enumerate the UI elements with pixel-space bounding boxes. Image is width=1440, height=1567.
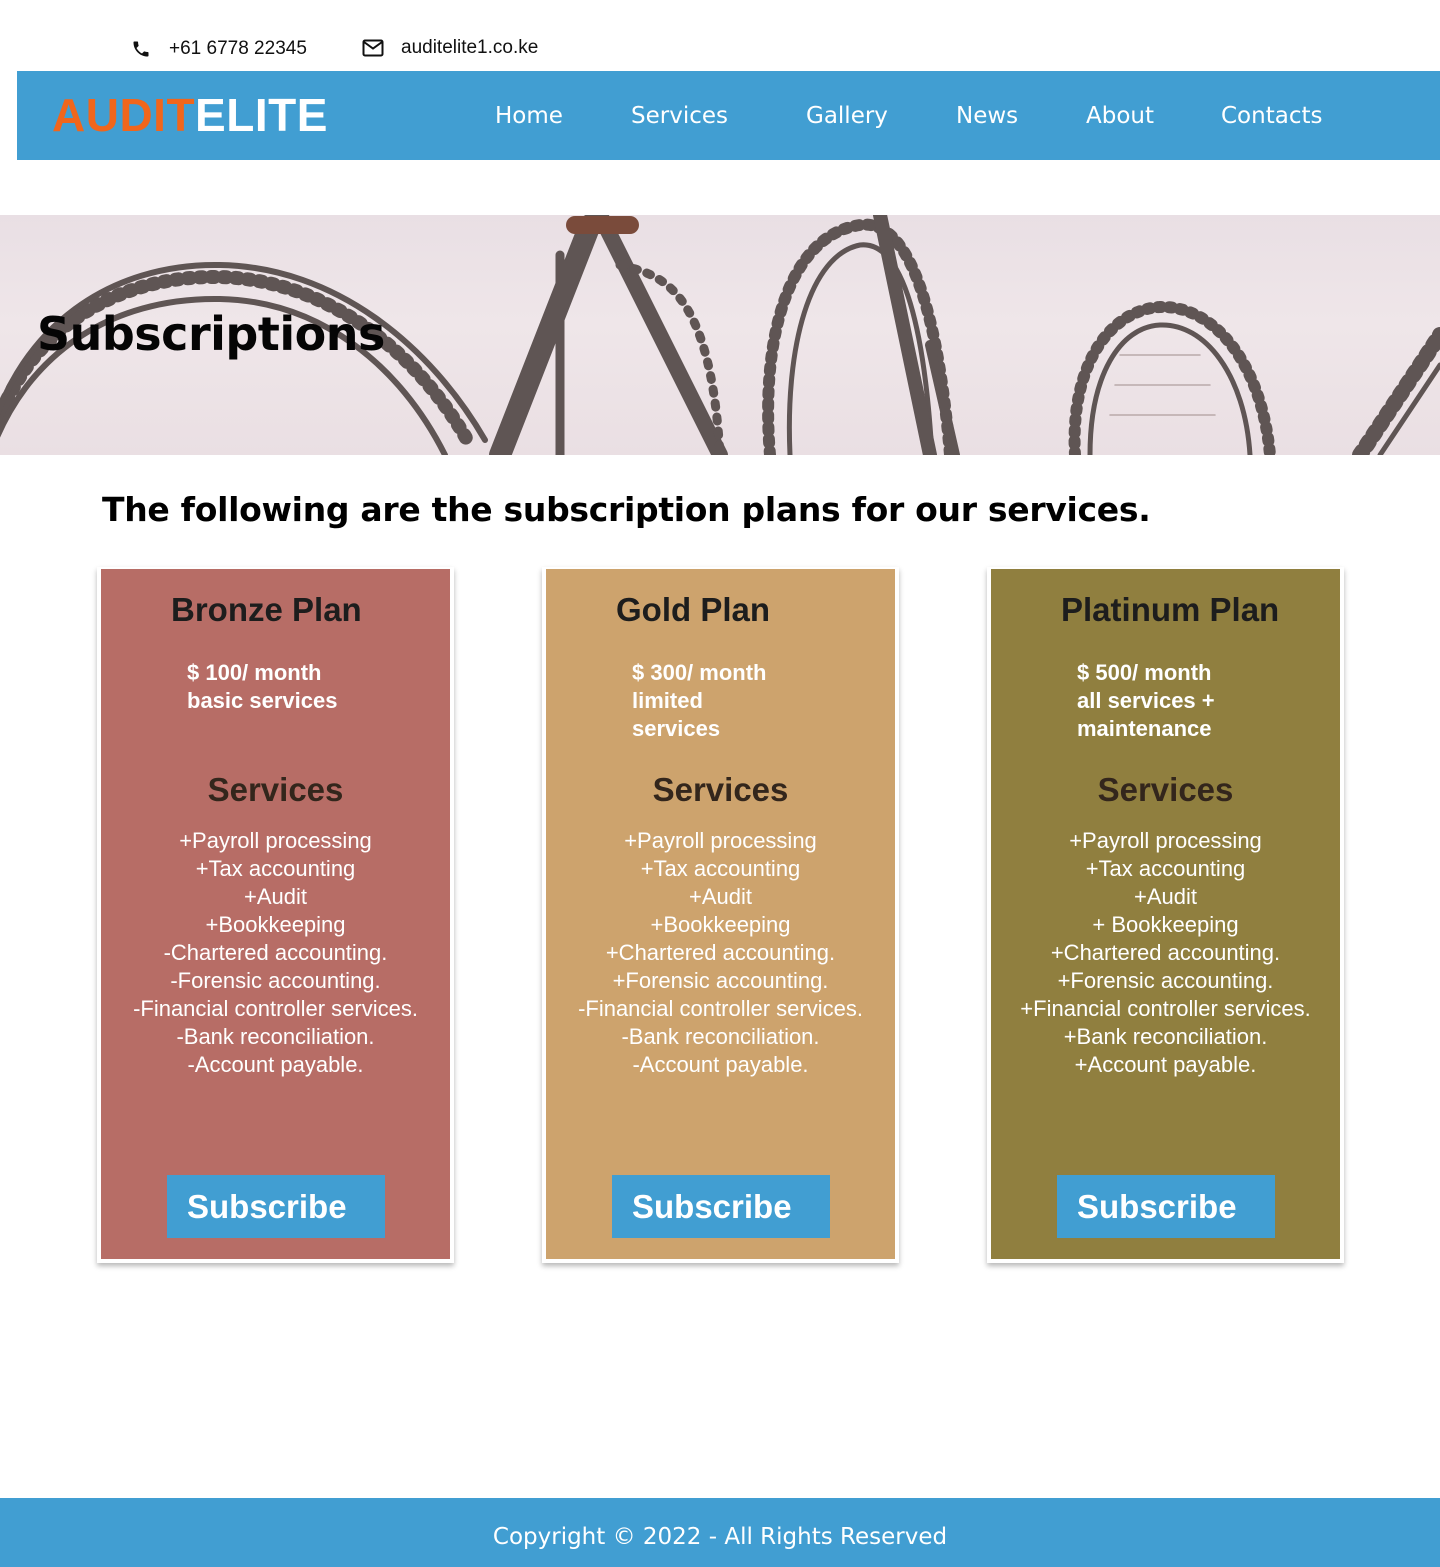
subscribe-button-bronze[interactable]: Subscribe [167, 1175, 385, 1238]
service-item: +Forensic accounting. [1057, 968, 1274, 993]
service-item: +Audit [244, 884, 307, 909]
service-item: +Bank reconciliation. [1063, 1024, 1268, 1049]
nav-news[interactable]: News [956, 101, 1018, 131]
service-item: +Payroll processing [179, 828, 372, 853]
service-item: +Financial controller services. [1020, 996, 1311, 1021]
plan-card-body: Platinum Plan $ 500/ month all services … [991, 569, 1340, 1259]
services-heading: Services [652, 771, 789, 808]
service-item: -Bank reconciliation. [176, 1024, 375, 1049]
price-line: $ 100/ month [187, 660, 322, 685]
price-line: $ 300/ month [632, 660, 767, 685]
nav-services[interactable]: Services [631, 101, 728, 131]
service-item: +Account payable. [1074, 1052, 1257, 1077]
navbar: AUDITELITE Home Services Gallery News Ab… [17, 71, 1440, 160]
plan-card-body: Bronze Plan $ 100/ month basic services … [101, 569, 450, 1259]
service-item: -Financial controller services. [578, 996, 863, 1021]
email-address: auditelite1.co.ke [401, 37, 539, 58]
service-item: +Audit [1134, 884, 1197, 909]
services-list: +Payroll processing +Tax accounting +Aud… [91, 827, 460, 1079]
service-item: +Bookkeeping [205, 912, 346, 937]
plan-card-gold: Gold Plan $ 300/ month limited services … [542, 567, 899, 1263]
service-item: +Audit [689, 884, 752, 909]
service-item: +Tax accounting [195, 856, 356, 881]
plan-price: $ 100/ month basic services [187, 659, 337, 715]
subscribe-button-platinum[interactable]: Subscribe [1057, 1175, 1275, 1238]
service-item: -Bank reconciliation. [621, 1024, 820, 1049]
price-line: services [632, 716, 721, 741]
logo-elite: ELITE [195, 89, 328, 141]
hero-title: Subscriptions [37, 307, 385, 361]
nav-contacts[interactable]: Contacts [1221, 101, 1322, 131]
services-list: +Payroll processing +Tax accounting +Aud… [536, 827, 905, 1079]
price-line: basic services [187, 688, 338, 713]
service-item: +Chartered accounting. [1050, 940, 1281, 965]
footer: Copyright © 2022 - All Rights Reserved [0, 1498, 1440, 1567]
logo[interactable]: AUDITELITE [52, 90, 328, 140]
plan-card-body: Gold Plan $ 300/ month limited services … [546, 569, 895, 1259]
service-item: +Payroll processing [1069, 828, 1262, 853]
price-line: limited [632, 688, 703, 713]
plan-price: $ 500/ month all services + maintenance [1077, 659, 1215, 743]
phone-icon [130, 38, 152, 60]
plan-title: Bronze Plan [171, 591, 362, 628]
price-line: maintenance [1077, 716, 1212, 741]
subscribe-button-gold[interactable]: Subscribe [612, 1175, 830, 1238]
service-item: +Forensic accounting. [612, 968, 829, 993]
price-line: $ 500/ month [1077, 660, 1212, 685]
service-item: + Bookkeeping [1092, 912, 1239, 937]
nav-home[interactable]: Home [495, 101, 563, 131]
plan-title: Platinum Plan [1061, 591, 1280, 628]
plan-title: Gold Plan [616, 591, 771, 628]
hero-banner: Subscriptions [0, 215, 1440, 455]
phone-number: +61 6778 22345 [169, 38, 307, 59]
service-item: -Account payable. [632, 1052, 809, 1077]
nav-about[interactable]: About [1086, 101, 1154, 131]
logo-audit: AUDIT [52, 89, 196, 141]
service-item: -Chartered accounting. [163, 940, 388, 965]
service-item: +Tax accounting [1085, 856, 1246, 881]
services-heading: Services [207, 771, 344, 808]
service-item: +Tax accounting [640, 856, 801, 881]
service-item: +Payroll processing [624, 828, 817, 853]
plan-price: $ 300/ month limited services [632, 659, 766, 743]
mail-icon [362, 37, 384, 59]
email-contact[interactable]: auditelite1.co.ke [362, 37, 538, 59]
copyright-text: Copyright © 2022 - All Rights Reserved [492, 1524, 948, 1550]
service-item: +Bookkeeping [650, 912, 791, 937]
plan-card-bronze: Bronze Plan $ 100/ month basic services … [97, 567, 454, 1263]
plan-card-platinum: Platinum Plan $ 500/ month all services … [987, 567, 1344, 1263]
services-list: +Payroll processing +Tax accounting +Aud… [981, 827, 1350, 1079]
service-item: +Chartered accounting. [605, 940, 836, 965]
contact-bar: +61 6778 22345 auditelite1.co.ke [0, 0, 1440, 71]
services-heading: Services [1097, 771, 1234, 808]
service-item: -Forensic accounting. [170, 968, 381, 993]
service-item: -Financial controller services. [133, 996, 418, 1021]
nav-gallery[interactable]: Gallery [806, 101, 888, 131]
phone-contact[interactable]: +61 6778 22345 [130, 38, 307, 60]
service-item: -Account payable. [187, 1052, 364, 1077]
intro-heading: The following are the subscription plans… [102, 490, 1151, 529]
price-line: all services + [1077, 688, 1215, 713]
